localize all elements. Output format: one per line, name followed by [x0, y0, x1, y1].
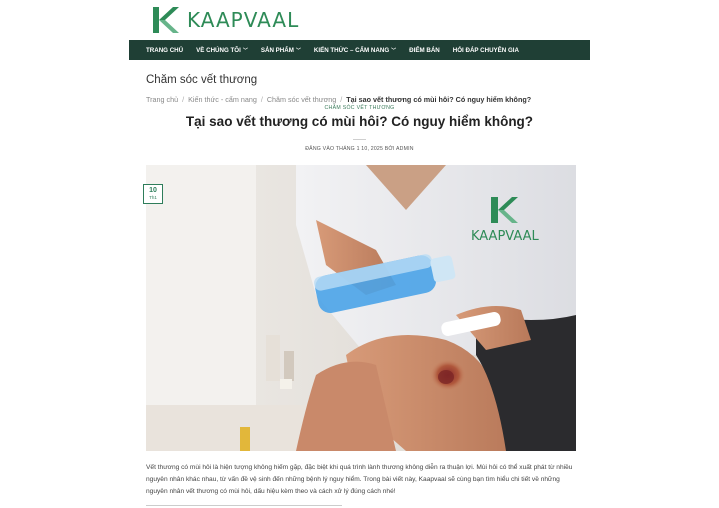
breadcrumb-link-knowledge[interactable]: Kiến thức - cẩm nang [188, 95, 257, 104]
nav-item-expert-qa[interactable]: HỎI ĐÁP CHUYÊN GIA [453, 47, 519, 54]
article-intro: Vết thương có mùi hôi là hiện tượng khôn… [146, 464, 573, 495]
site-logo[interactable]: KAAPVAAL [151, 5, 299, 35]
breadcrumb-separator: / [182, 95, 185, 104]
breadcrumb-current: Tại sao vết thương có mùi hôi? Có nguy h… [346, 95, 532, 104]
date-badge: 10 Th1 [143, 184, 163, 204]
site-header: KAAPVAAL [129, 0, 590, 40]
nav-item-home[interactable]: TRANG CHỦ [146, 47, 183, 54]
breadcrumb-link-wound-care[interactable]: Chăm sóc vết thương [267, 95, 336, 104]
logo-text: KAAPVAAL [187, 8, 300, 32]
shirt-logo-text: KAAPVAAL [471, 229, 539, 244]
nav-item-knowledge[interactable]: KIẾN THỨC – CẨM NANG ﹀ [314, 47, 396, 54]
main-nav: TRANG CHỦ VỀ CHÚNG TÔI ﹀ SẢN PHẨM ﹀ KIẾN T… [129, 40, 590, 60]
nav-item-about[interactable]: VỀ CHÚNG TÔI ﹀ [196, 47, 248, 54]
title-divider [353, 139, 366, 140]
breadcrumb-separator: / [260, 95, 263, 104]
page-container: KAAPVAAL TRANG CHỦ VỀ CHÚNG TÔI ﹀ SẢN PHẨ… [129, 0, 590, 508]
article-category[interactable]: CHĂM SÓC VẾT THƯƠNG [129, 105, 590, 111]
nav-item-stores[interactable]: ĐIỂM BÁN [409, 47, 440, 54]
breadcrumb-link-home[interactable]: Trang chủ [146, 95, 178, 104]
article-title: Tại sao vết thương có mùi hôi? Có nguy h… [185, 114, 534, 129]
chevron-down-icon: ﹀ [295, 47, 301, 54]
bottom-rule [146, 505, 342, 506]
left-gutter [0, 0, 129, 508]
date-badge-month: Th1 [149, 195, 157, 200]
section-title: Chăm sóc vết thương [146, 74, 258, 86]
hero-image: KAAPVAAL [146, 165, 576, 451]
kaapvaal-logo-icon [153, 7, 179, 33]
article-meta: ĐĂNG VÀO THÁNG 1 10, 2025 BỞI ADMIN [305, 146, 414, 152]
page-root: KAAPVAAL TRANG CHỦ VỀ CHÚNG TÔI ﹀ SẢN PHẨ… [0, 0, 719, 508]
chevron-down-icon: ﹀ [391, 47, 397, 54]
breadcrumb-separator: / [340, 95, 343, 104]
date-badge-day: 10 [149, 187, 157, 194]
chevron-down-icon: ﹀ [242, 47, 248, 54]
hero-illustration: KAAPVAAL [146, 165, 576, 451]
breadcrumb: Trang chủ / Kiến thức - cẩm nang / Chăm sóc … [146, 95, 531, 104]
nav-item-products[interactable]: SẢN PHẨM ﹀ [261, 47, 301, 54]
